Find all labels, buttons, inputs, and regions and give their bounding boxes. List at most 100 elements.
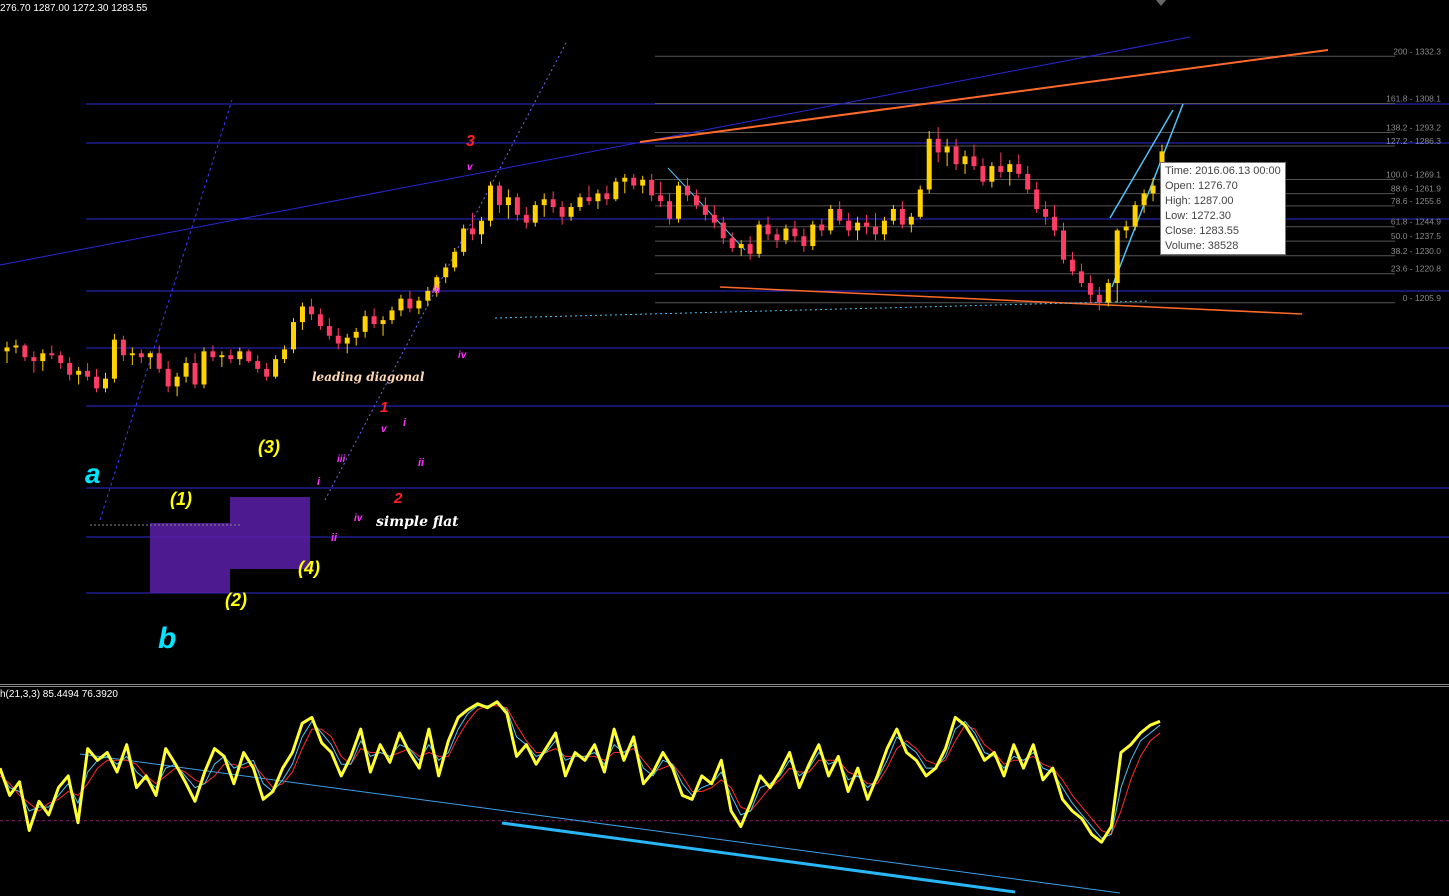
tooltip-low: Low: 1272.30	[1165, 210, 1232, 222]
candle-body	[308, 306, 314, 315]
candle-body	[1052, 216, 1058, 231]
candle-body	[622, 177, 628, 182]
candle-body	[282, 349, 288, 360]
tooltip-volume: Volume: 38528	[1165, 240, 1239, 252]
candle-body	[577, 197, 583, 208]
candle-body	[210, 351, 216, 358]
chart-annotation: simple flat	[376, 514, 459, 530]
tooltip-high: High: 1287.00	[1165, 195, 1234, 207]
wave-label-red-wave: 2	[393, 490, 403, 507]
candle-body	[1025, 173, 1031, 190]
wave-label-wave: (2)	[225, 590, 247, 610]
wave-label-wave: (3)	[258, 437, 280, 457]
chart-shift-marker-icon[interactable]	[1156, 0, 1166, 6]
candle-body	[837, 208, 843, 221]
candle-body	[1087, 283, 1093, 295]
candle-body	[76, 370, 82, 375]
wave-label-subwave: i	[403, 417, 407, 429]
candle-body	[765, 224, 771, 235]
candle-body	[138, 353, 144, 358]
fib-level-label-1: 161.8 - 1308.1	[1386, 93, 1441, 103]
candle-body	[935, 138, 941, 153]
candle-body	[908, 216, 914, 225]
candle-body	[49, 353, 55, 356]
candle-body	[523, 214, 529, 223]
candle-body	[299, 306, 305, 323]
candle-body	[613, 181, 619, 200]
candle-body	[1141, 193, 1147, 206]
candle-body	[953, 146, 959, 165]
candle-body	[201, 351, 207, 385]
fib-level-label-11: 0 - 1205.9	[1403, 293, 1442, 303]
candle-body	[111, 339, 117, 379]
candle-body	[640, 179, 646, 186]
candle-body	[389, 310, 395, 321]
wave-label-subwave: iii	[432, 285, 441, 296]
candle-body	[326, 325, 332, 336]
wave-label-wave: (4)	[298, 558, 320, 578]
stochastic-chart[interactable]	[0, 687, 1449, 896]
candle-body	[192, 363, 198, 385]
candle-body	[353, 331, 359, 338]
stochastic-signal-blue	[0, 703, 1161, 839]
candle-body	[532, 205, 538, 223]
candle-body	[120, 339, 126, 356]
purple-zone-1	[150, 523, 230, 593]
candle-body	[1123, 226, 1129, 231]
candle-body	[980, 166, 986, 182]
candle-body	[470, 228, 476, 235]
candle-body	[1132, 205, 1138, 227]
price-chart[interactable]: 200 - 1332.3 161.8 - 1308.1 138.2 - 1293.2…	[0, 0, 1449, 684]
candle-body	[568, 207, 574, 217]
candle-body	[94, 376, 100, 389]
candle-body	[917, 189, 923, 217]
candle-body	[774, 234, 780, 241]
stochastic-signal-red	[0, 705, 1161, 835]
tooltip-close: Close: 1283.55	[1165, 225, 1239, 237]
candle-body	[1150, 185, 1156, 194]
candle-body	[541, 199, 547, 206]
candle-body	[443, 267, 449, 278]
candle-body	[864, 222, 870, 227]
candle-body	[4, 347, 10, 352]
candle-body	[711, 214, 717, 223]
candle-body	[1061, 230, 1067, 260]
dotted-blue-line-1	[99, 99, 233, 521]
candle-body	[738, 244, 744, 248]
candle-body	[165, 368, 171, 387]
candle-body	[237, 351, 243, 360]
candle-body	[505, 197, 511, 206]
candle-body	[855, 222, 861, 231]
candle-body	[1034, 189, 1040, 209]
candle-body	[416, 300, 422, 309]
candle-body	[1096, 294, 1102, 303]
candle-body	[40, 353, 46, 362]
wave-label-subwave: v	[467, 162, 474, 173]
wave-label-red-wave: 1	[380, 399, 388, 416]
candle-body	[667, 201, 673, 219]
candle-body	[1114, 230, 1120, 284]
oscillator-trendline-thick	[501, 821, 1016, 894]
candle-body	[783, 228, 789, 241]
candle-body	[344, 337, 350, 344]
fib-level-label-0: 200 - 1332.3	[1393, 46, 1441, 56]
dotted-cyan-line	[494, 300, 1151, 319]
candle-body	[183, 363, 189, 377]
candle-body	[1069, 259, 1075, 272]
candle-body	[335, 335, 341, 344]
wave-label-wave: (1)	[170, 489, 192, 509]
fib-level-label-10: 23.6 - 1220.8	[1391, 264, 1441, 274]
candle-body	[676, 185, 682, 219]
candle-body	[317, 314, 323, 326]
chart-annotation: leading diagonal	[312, 370, 425, 384]
fib-level-label-2: 138.2 - 1293.2	[1386, 123, 1441, 133]
candle-tooltip: Time: 2016.06.13 00:00 Open: 1276.70 Hig…	[1160, 162, 1286, 255]
wave-label-big-wave: a	[85, 458, 101, 489]
candle-body	[380, 320, 386, 325]
candle-body	[684, 185, 690, 196]
wave-label-subwave: v	[381, 424, 388, 435]
tooltip-open: Open: 1276.70	[1165, 180, 1238, 192]
candle-body	[881, 220, 887, 235]
candle-body	[899, 208, 905, 225]
wave-label-subwave: iv	[354, 513, 364, 524]
